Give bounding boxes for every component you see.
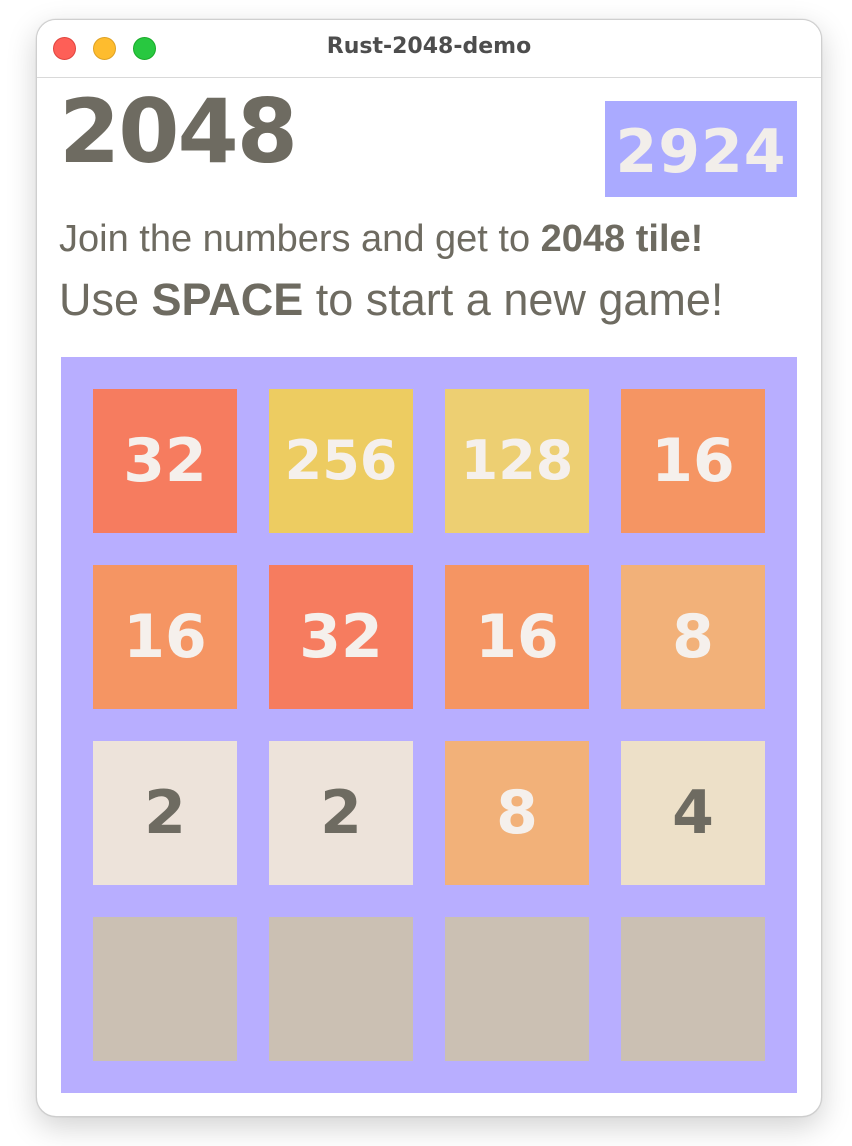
instruction-line-1: Join the numbers and get to 2048 tile!: [59, 216, 799, 262]
tile-16: 16: [445, 565, 589, 709]
instruction-line-1-text: Join the numbers and get to: [59, 218, 541, 260]
title-bar: Rust-2048-demo: [37, 20, 821, 78]
score-box: 2924: [605, 101, 797, 197]
window-title: Rust-2048-demo: [326, 34, 532, 59]
tile-4: 4: [621, 741, 765, 885]
tile-empty: [93, 917, 237, 1061]
tile-128: 128: [445, 389, 589, 533]
instruction-line-1-bold: 2048 tile!: [540, 218, 704, 260]
tile-2: 2: [93, 741, 237, 885]
instruction-line-2-post: to start a new game!: [303, 274, 724, 325]
tile-32: 32: [269, 565, 413, 709]
tile-8: 8: [445, 741, 589, 885]
instruction-line-2-pre: Use: [59, 274, 152, 325]
instruction-line-2: Use SPACE to start a new game!: [59, 274, 799, 326]
game-area[interactable]: 2048 2924 Join the numbers and get to 20…: [37, 78, 821, 1116]
tile-32: 32: [93, 389, 237, 533]
tile-256: 256: [269, 389, 413, 533]
tile-8: 8: [621, 565, 765, 709]
tile-16: 16: [621, 389, 765, 533]
tile-empty: [269, 917, 413, 1061]
app-window: Rust-2048-demo 2048 2924 Join the number…: [36, 19, 822, 1117]
tile-16: 16: [93, 565, 237, 709]
instruction-line-2-key: SPACE: [151, 274, 304, 325]
game-title: 2048: [59, 80, 298, 183]
tile-empty: [621, 917, 765, 1061]
tile-empty: [445, 917, 589, 1061]
game-board[interactable]: 32 256 128 16 16 32 16 8 2 2 8 4: [61, 357, 797, 1093]
tile-2: 2: [269, 741, 413, 885]
score-value: 2924: [615, 117, 787, 187]
